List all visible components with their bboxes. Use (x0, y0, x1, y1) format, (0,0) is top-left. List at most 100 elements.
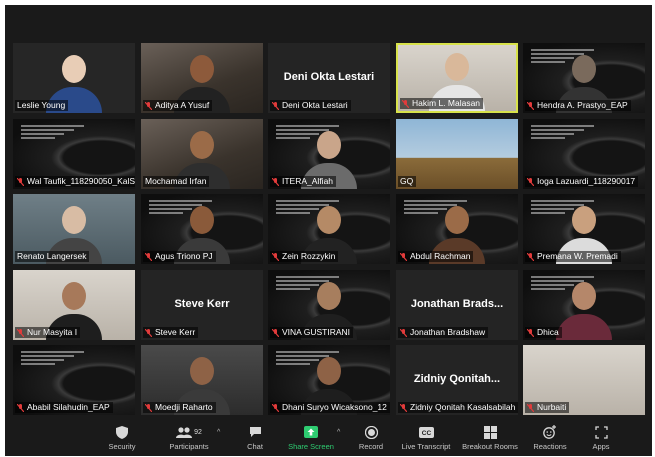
participant-name-label: GQ (398, 176, 417, 187)
participant-name-label: Dhani Suryo Wicaksono_12 (270, 402, 390, 413)
participant-tile-aditya-a-yusuf[interactable]: Aditya A Yusuf (141, 43, 263, 113)
share-screen-label: Share Screen (288, 442, 334, 451)
participant-tile-gq[interactable]: GQ (396, 119, 518, 189)
participant-name: Dhica (537, 327, 559, 337)
participant-name-label: Zein Rozzykin (270, 251, 339, 262)
security-label: Security (108, 442, 136, 451)
participant-name: Renato Langersek (17, 251, 87, 261)
participant-name: Abdul Rachman (410, 251, 471, 261)
apps-label: Apps (592, 442, 610, 451)
muted-mic-icon (400, 403, 407, 412)
participant-tile-itera-alfiah[interactable]: ITERA_Alfiah (268, 119, 390, 189)
participant-name: Mochamad Irfan (145, 176, 207, 186)
participant-tile-jonathan-bradshaw[interactable]: Jonathan Brads... Jonathan Bradshaw (396, 270, 518, 340)
participant-tile-dhica[interactable]: Dhica (523, 270, 645, 340)
participant-tile-deni-okta-lestari[interactable]: Deni Okta Lestari Deni Okta Lestari (268, 43, 390, 113)
participant-tile-moedji-raharto[interactable]: Moedji Raharto (141, 345, 263, 415)
participants-label: Participants (169, 442, 209, 451)
participant-name: Ababil Silahudin_EAP (27, 402, 110, 412)
participant-name-label: Leslie Young (15, 100, 69, 111)
participant-name: Moedji Raharto (155, 402, 213, 412)
participant-tile-premana-w-premadi[interactable]: Premana W. Premadi (523, 194, 645, 264)
participant-name-label: Abdul Rachman (398, 251, 474, 262)
participant-name: Jonathan Bradshaw (410, 327, 486, 337)
muted-mic-icon (272, 403, 279, 412)
muted-mic-icon (145, 403, 152, 412)
participant-name-label: Nur Masyita I (15, 327, 81, 338)
muted-mic-icon (527, 252, 534, 261)
participant-name: Aditya A Yusuf (155, 100, 210, 110)
participant-name-label: Renato Langersek (15, 251, 90, 262)
participant-tile-nur-masyita-i[interactable]: Nur Masyita I (13, 270, 135, 340)
participant-name-label: Jonathan Bradshaw (398, 327, 489, 338)
participant-name: ITERA_Alfiah (282, 176, 334, 186)
participant-name-label: ITERA_Alfiah (270, 176, 337, 187)
muted-mic-icon (400, 252, 407, 261)
participant-name: VINA GUSTIRANI (282, 327, 351, 337)
participant-video (556, 278, 612, 340)
participant-name: Zidniy Qonitah Kasalsabilah (410, 402, 516, 412)
participant-tile-mochamad-irfan[interactable]: Mochamad Irfan (141, 119, 263, 189)
participant-name: Dhani Suryo Wicaksono_12 (282, 402, 387, 412)
participant-tile-ababil-silahudin-eap[interactable]: Ababil Silahudin_EAP (13, 345, 135, 415)
share-screen-icon (304, 426, 318, 438)
shield-icon (116, 425, 128, 439)
svg-text:CC: CC (421, 430, 431, 437)
participant-name-label: Nurbaiti (525, 402, 570, 413)
muted-mic-icon (527, 101, 534, 110)
chat-label: Chat (247, 442, 263, 451)
security-button[interactable]: Security (105, 424, 139, 451)
chat-button[interactable]: Chat (243, 424, 267, 451)
live-transcript-label: Live Transcript (401, 442, 451, 451)
participants-count: 92 (194, 428, 202, 436)
participant-name-label: Moedji Raharto (143, 402, 216, 413)
apps-button[interactable]: Apps (589, 424, 613, 451)
participant-tile-leslie-young[interactable]: Leslie Young (13, 43, 135, 113)
participant-tile-vina-gustirani[interactable]: VINA GUSTIRANI (268, 270, 390, 340)
participant-tile-zidniy-qonitah-kasalsabilah[interactable]: Zidniy Qonitah... Zidniy Qonitah Kasalsab… (396, 345, 518, 415)
participant-name-label: Ababil Silahudin_EAP (15, 402, 113, 413)
participant-tile-abdul-rachman[interactable]: Abdul Rachman (396, 194, 518, 264)
participant-tile-wal-taufik-118290050-kalsis[interactable]: Wal Taufik_118290050_KalSis (13, 119, 135, 189)
participant-tile-hakim-l-malasan[interactable]: Hakim L. Malasan (396, 43, 518, 113)
participant-tile-nurbaiti[interactable]: Nurbaiti (523, 345, 645, 415)
record-button[interactable]: Record (355, 424, 387, 451)
closed-caption-icon: CC (418, 426, 434, 438)
muted-mic-icon (272, 177, 279, 186)
participant-tile-hendra-a-prastyo-eap[interactable]: Hendra A. Prastyo_EAP (523, 43, 645, 113)
breakout-rooms-button[interactable]: Breakout Rooms (460, 424, 520, 451)
muted-mic-icon (17, 403, 24, 412)
live-transcript-button[interactable]: CC Live Transcript (400, 424, 452, 451)
muted-mic-icon (272, 101, 279, 110)
participant-name-label: Premana W. Premadi (525, 251, 621, 262)
participant-name: Wal Taufik_118290050_KalSis (27, 176, 135, 186)
participant-tile-renato-langersek[interactable]: Renato Langersek (13, 194, 135, 264)
participant-tile-dhani-suryo-wicaksono-12[interactable]: Dhani Suryo Wicaksono_12 (268, 345, 390, 415)
muted-mic-icon (527, 177, 534, 186)
muted-mic-icon (272, 252, 279, 261)
participant-name-label: Hendra A. Prastyo_EAP (525, 100, 631, 111)
participant-tile-steve-kerr[interactable]: Steve Kerr Steve Kerr (141, 270, 263, 340)
participant-tile-zein-rozzykin[interactable]: Zein Rozzykin (268, 194, 390, 264)
participant-name: Zein Rozzykin (282, 251, 336, 261)
participant-tile-agus-triono-pj[interactable]: Agus Triono PJ (141, 194, 263, 264)
participant-name-label: Mochamad Irfan (143, 176, 210, 187)
participant-name: GQ (400, 176, 414, 186)
participant-tile-ioga-lazuardi-118290017[interactable]: Ioga Lazuardi_118290017 (523, 119, 645, 189)
muted-mic-icon (272, 328, 279, 337)
participants-button[interactable]: 92 Participants (166, 424, 212, 451)
participants-caret-icon[interactable]: ^ (217, 429, 220, 436)
share-caret-icon[interactable]: ^ (337, 429, 340, 436)
gallery-grid: Leslie Young Aditya A Yusuf Deni Okta Lest… (13, 43, 645, 418)
participant-name: Nur Masyita I (27, 327, 78, 337)
muted-mic-icon (527, 403, 534, 412)
participant-name-label: Ioga Lazuardi_118290017 (525, 176, 639, 187)
participant-name-label: Dhica (525, 327, 562, 338)
participant-name-label: Steve Kerr (143, 327, 199, 338)
participant-name-label: Deni Okta Lestari (270, 100, 351, 111)
participant-display-name: Deni Okta Lestari (283, 70, 375, 83)
meeting-window: Leslie Young Aditya A Yusuf Deni Okta Lest… (5, 5, 652, 456)
share-screen-button[interactable]: Share Screen (287, 424, 335, 451)
reactions-button[interactable]: Reactions (532, 424, 568, 451)
participant-name: Leslie Young (17, 100, 66, 110)
